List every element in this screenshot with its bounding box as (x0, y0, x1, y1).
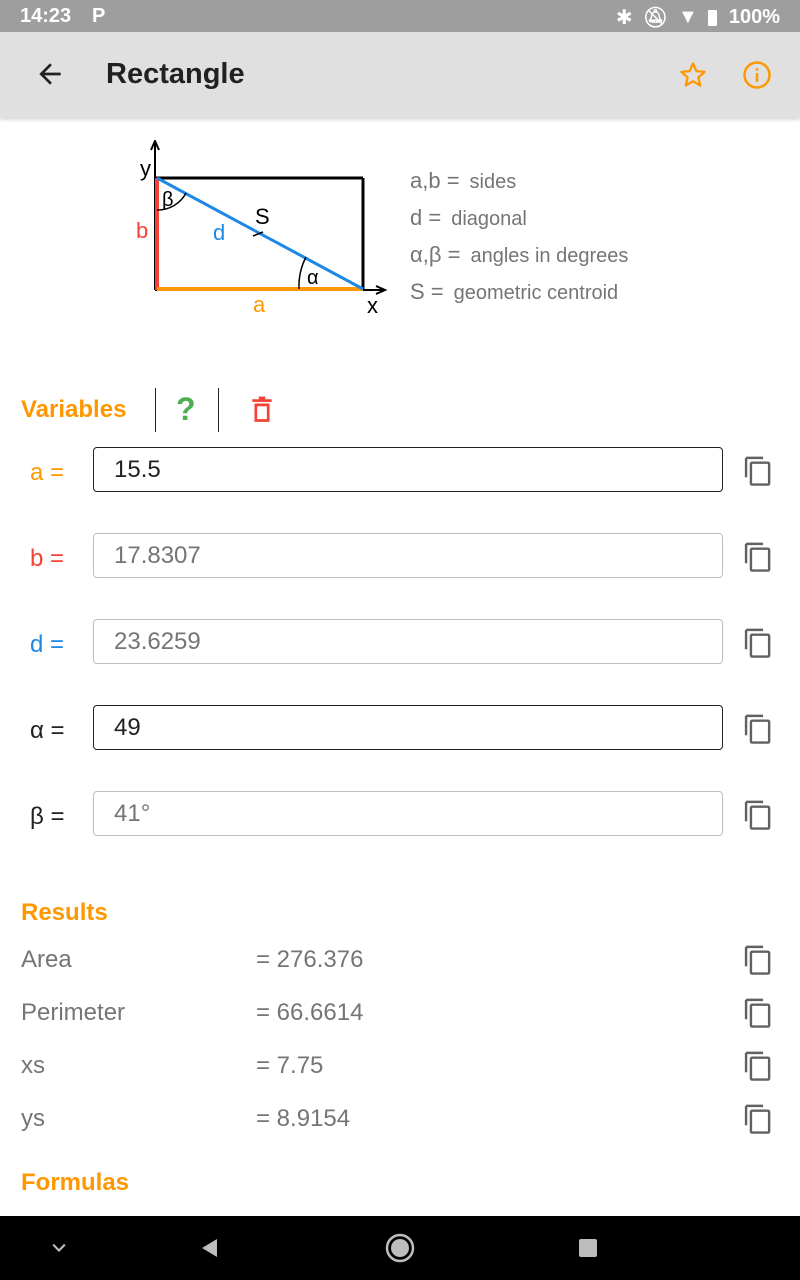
divider (155, 388, 156, 432)
diagram-label-d: d (213, 220, 225, 245)
formulas-title[interactable]: Formulas (21, 1169, 129, 1197)
recents-nav-icon[interactable] (578, 1238, 598, 1258)
status-bar: 14:23 P ✱ 🔕︎ ▼ 100% (0, 0, 800, 32)
copy-icon[interactable] (742, 453, 772, 487)
var-label-a: a = (30, 459, 65, 486)
diagram-label-a: a (253, 292, 266, 317)
copy-icon[interactable] (742, 625, 772, 659)
copy-icon[interactable] (742, 539, 772, 573)
var-input-a[interactable]: 15.5 (93, 447, 723, 492)
app-bar: Rectangle (0, 32, 800, 118)
mute-icon: 🔕︎ (642, 7, 669, 29)
page-title: Rectangle (106, 58, 245, 90)
system-nav-bar (0, 1216, 800, 1280)
diagram-label-x: x (367, 293, 378, 318)
diagram-label-y: y (140, 156, 151, 181)
copy-icon[interactable] (742, 942, 772, 976)
result-label-ys: ys (21, 1105, 45, 1132)
var-label-beta: β = (30, 803, 65, 830)
var-label-d: d = (30, 631, 65, 658)
copy-icon[interactable] (742, 1048, 772, 1082)
diagram-label-s: S (255, 204, 270, 229)
favorite-star-icon[interactable] (678, 60, 708, 90)
copy-icon[interactable] (742, 797, 772, 831)
results-title: Results (21, 899, 108, 926)
legend-row: d = diagonal (410, 205, 527, 230)
diagram-label-alpha: α (307, 267, 319, 289)
result-value-area: = 276.376 (256, 946, 364, 973)
wifi-icon: ▼ (678, 6, 698, 28)
bluetooth-icon: ✱ (615, 7, 633, 29)
battery-percent: 100% (728, 6, 780, 28)
legend-row: α,β = angles in degrees (410, 242, 629, 267)
result-value-xs: = 7.75 (256, 1052, 324, 1079)
delete-icon[interactable] (249, 396, 275, 424)
legend-row: a,b = sides (410, 168, 517, 193)
variables-title: Variables (21, 396, 127, 423)
divider (218, 388, 219, 432)
result-value-perimeter: = 66.6614 (256, 999, 364, 1026)
status-time: 14:23 (20, 5, 72, 27)
parking-icon: P (92, 5, 106, 27)
rectangle-diagram: y β b d S α a x (136, 140, 388, 318)
back-arrow-icon[interactable] (34, 58, 66, 90)
var-input-d[interactable]: 23.6259 (93, 619, 723, 664)
diagram-legend: a,b = sides d = diagonal α,β = angles in… (410, 168, 628, 316)
var-label-alpha: α = (30, 717, 65, 744)
info-icon[interactable] (742, 60, 772, 90)
var-label-b: b = (30, 545, 65, 572)
back-nav-icon[interactable] (198, 1236, 222, 1260)
chevron-down-icon[interactable] (48, 1238, 70, 1258)
copy-icon[interactable] (742, 995, 772, 1029)
var-input-beta[interactable]: 41° (93, 791, 723, 836)
var-input-alpha[interactable]: 49 (93, 705, 723, 750)
legend-row: S = geometric centroid (410, 279, 619, 304)
result-label-perimeter: Perimeter (21, 999, 126, 1026)
battery-icon (707, 9, 717, 26)
var-input-b[interactable]: 17.8307 (93, 533, 723, 578)
copy-icon[interactable] (742, 1101, 772, 1135)
copy-icon[interactable] (742, 711, 772, 745)
home-nav-icon[interactable] (384, 1232, 416, 1264)
result-label-area: Area (21, 946, 72, 973)
diagram-label-beta: β (162, 189, 174, 211)
result-value-ys: = 8.9154 (256, 1105, 351, 1132)
diagram-label-b: b (136, 218, 148, 243)
help-button[interactable]: ? (176, 391, 196, 428)
result-label-xs: xs (21, 1052, 45, 1079)
